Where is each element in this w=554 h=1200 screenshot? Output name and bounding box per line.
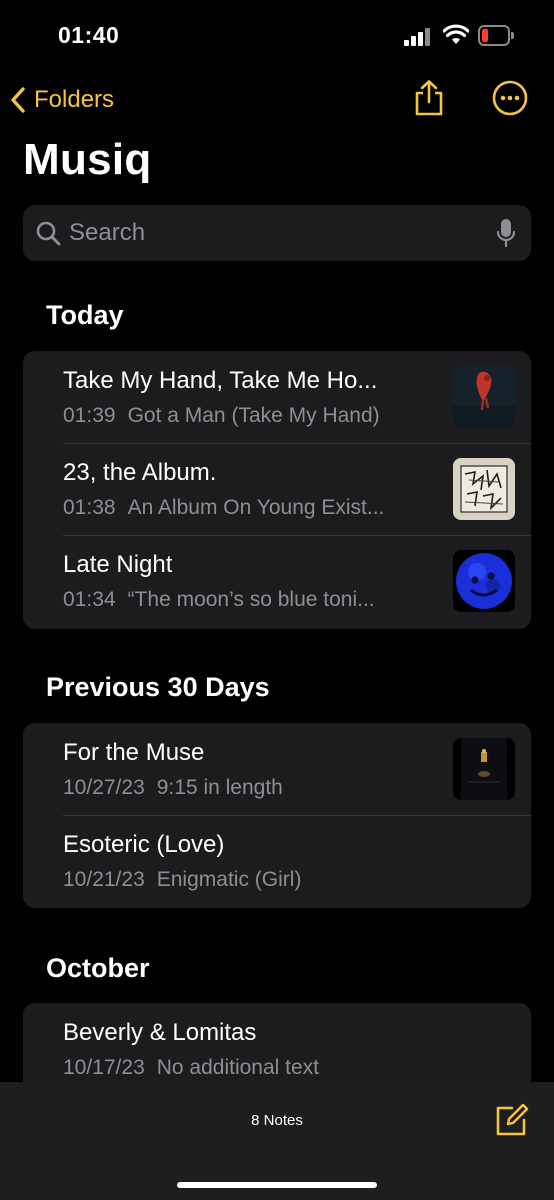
bottom-toolbar: 8 Notes	[0, 1082, 554, 1200]
notes-group-today: Take My Hand, Take Me Ho... 01:39 Got a M…	[23, 351, 531, 629]
note-subtitle: 01:39 Got a Man (Take My Hand)	[63, 404, 380, 428]
cellular-signal-icon	[404, 28, 432, 46]
note-subtitle: 10/17/23 No additional text	[63, 1056, 319, 1080]
note-preview: 9:15 in length	[156, 776, 283, 799]
notes-group-previous-30-days: For the Muse 10/27/23 9:15 in length Esot…	[23, 723, 531, 908]
note-preview: “The moon’s so blue toni...	[127, 588, 375, 611]
note-subtitle: 10/27/23 9:15 in length	[63, 776, 283, 800]
note-preview: Got a Man (Take My Hand)	[127, 404, 380, 427]
note-thumbnail	[453, 366, 515, 428]
search-icon	[36, 221, 61, 246]
compose-icon[interactable]	[494, 1102, 530, 1138]
chevron-left-icon	[11, 87, 25, 113]
battery-cap	[511, 32, 514, 39]
wifi-icon	[443, 24, 469, 44]
note-title: 23, the Album.	[63, 459, 217, 486]
note-subtitle: 01:38 An Album On Young Exist...	[63, 496, 384, 520]
note-title: For the Muse	[63, 739, 205, 766]
note-title: Take My Hand, Take Me Ho...	[63, 367, 378, 394]
note-preview: Enigmatic (Girl)	[156, 868, 302, 891]
note-thumbnail	[453, 738, 515, 800]
notes-count: 8 Notes	[251, 1112, 303, 1129]
back-button-label: Folders	[34, 86, 115, 113]
note-thumbnail	[453, 458, 515, 520]
status-time: 01:40	[58, 22, 120, 48]
navigation-bar: Folders	[0, 72, 554, 128]
note-date: 10/17/23	[63, 1056, 145, 1079]
status-bar: 01:40	[0, 0, 554, 70]
note-date: 01:39	[63, 404, 116, 427]
note-row[interactable]: Esoteric (Love) 10/21/23 Enigmatic (Girl)	[23, 815, 531, 907]
note-date: 01:34	[63, 588, 116, 611]
section-title-today: Today	[46, 300, 124, 330]
back-button[interactable]: Folders	[10, 80, 114, 120]
microphone-icon[interactable]	[496, 218, 516, 248]
note-date: 10/21/23	[63, 868, 145, 891]
note-row[interactable]: Late Night 01:34 “The moon’s so blue toni…	[23, 535, 531, 627]
search-bar[interactable]	[23, 205, 531, 261]
battery-icon	[478, 25, 510, 46]
more-options-icon[interactable]	[490, 78, 530, 118]
note-row[interactable]: For the Muse 10/27/23 9:15 in length	[23, 723, 531, 815]
note-subtitle: 01:34 “The moon’s so blue toni...	[63, 588, 375, 612]
share-icon[interactable]	[409, 78, 449, 118]
section-title-october: October	[46, 953, 150, 983]
home-indicator[interactable]	[177, 1182, 377, 1188]
search-input[interactable]	[69, 215, 469, 251]
note-title: Late Night	[63, 551, 173, 578]
note-row[interactable]: Take My Hand, Take Me Ho... 01:39 Got a M…	[23, 351, 531, 443]
note-preview: An Album On Young Exist...	[127, 496, 385, 519]
note-date: 10/27/23	[63, 776, 145, 799]
note-date: 01:38	[63, 496, 116, 519]
page-title: Musiq	[23, 135, 152, 184]
note-thumbnail	[453, 550, 515, 612]
note-subtitle: 10/21/23 Enigmatic (Girl)	[63, 868, 301, 892]
note-title: Beverly & Lomitas	[63, 1019, 257, 1046]
section-title-previous-30-days: Previous 30 Days	[46, 672, 270, 702]
note-row[interactable]: 23, the Album. 01:38 An Album On Young Ex…	[23, 443, 531, 535]
note-title: Esoteric (Love)	[63, 831, 225, 858]
note-preview: No additional text	[156, 1056, 320, 1079]
